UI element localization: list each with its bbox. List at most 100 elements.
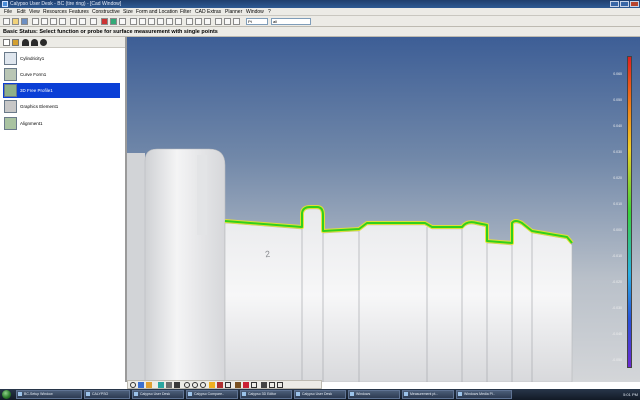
menu-edit[interactable]: Edit	[17, 8, 26, 16]
scale-label: 0.040	[613, 124, 622, 128]
taskbar-item[interactable]: Windows	[348, 390, 400, 399]
close-button[interactable]	[630, 1, 639, 7]
menu-extras[interactable]: Extras	[207, 8, 221, 16]
cylinder-icon	[4, 52, 17, 65]
zoom-in-icon[interactable]	[184, 382, 190, 388]
camera-icon[interactable]	[166, 382, 172, 388]
point-type-dropdown[interactable]: Pt	[246, 18, 268, 25]
main-toolbar: Pt all	[0, 16, 640, 27]
feature-icon[interactable]	[130, 18, 137, 25]
feature-label: Curve Form1	[20, 72, 47, 77]
circle-icon[interactable]	[148, 18, 155, 25]
shading-icon[interactable]	[243, 382, 249, 388]
lock-icon[interactable]	[261, 382, 267, 388]
select-icon[interactable]	[225, 382, 231, 388]
scale-label: 0.060	[613, 72, 622, 76]
wireframe-icon[interactable]	[251, 382, 257, 388]
menu-size[interactable]: Size	[123, 8, 133, 16]
cone-icon[interactable]	[166, 18, 173, 25]
report-icon[interactable]	[195, 18, 202, 25]
probe-tool-2-icon[interactable]	[31, 39, 38, 46]
settings-icon[interactable]	[215, 18, 222, 25]
undo-icon[interactable]	[70, 18, 77, 25]
menu-planner[interactable]: Planner	[225, 8, 242, 16]
taskbar-item[interactable]: Measurement pt...	[402, 390, 454, 399]
cad-viewport[interactable]: 2 0.060 0.050 0.040 0.030 0.020 0.010 0.…	[127, 37, 640, 382]
paste-icon[interactable]	[59, 18, 66, 25]
menu-help[interactable]: ?	[268, 8, 271, 16]
feature-item-cylindricity[interactable]: Cylindricity1	[3, 51, 120, 66]
taskbar-item[interactable]: Calypso Compare..	[186, 390, 238, 399]
deviation-color-scale	[627, 56, 632, 368]
rotate-icon[interactable]	[217, 382, 223, 388]
list-view-icon[interactable]	[3, 39, 10, 46]
taskbar-item[interactable]: Calypso User Desk	[294, 390, 346, 399]
scale-label: 0.020	[613, 176, 622, 180]
system-clock[interactable]: 5:01 PM	[598, 390, 638, 399]
feature-label: Alignment1	[20, 121, 43, 126]
new-file-icon[interactable]	[3, 18, 10, 25]
feature-label: 3D Free Profile1	[20, 88, 53, 93]
zoom-out-icon[interactable]	[192, 382, 198, 388]
app-icon	[2, 1, 8, 7]
cut-icon[interactable]	[41, 18, 48, 25]
feature-item-3d-free-profile[interactable]: 3D Free Profile1	[3, 83, 120, 98]
probe-icon[interactable]	[119, 18, 126, 25]
maximize-button[interactable]	[620, 1, 629, 7]
save-icon[interactable]	[21, 18, 28, 25]
menu-file[interactable]: File	[4, 8, 12, 16]
title-bar: Calypso User Desk - BC (tire ring) - [Ca…	[0, 0, 640, 8]
menu-filter[interactable]: Filter	[180, 8, 191, 16]
cylinder-tool-icon[interactable]	[157, 18, 164, 25]
section-icon[interactable]	[235, 382, 241, 388]
menu-constructive[interactable]: Constructive	[92, 8, 120, 16]
view-iso-icon[interactable]	[146, 382, 152, 388]
feature-item-graphics-element[interactable]: Graphics Element1	[3, 99, 120, 114]
table-icon[interactable]	[186, 18, 193, 25]
binoculars-icon[interactable]	[90, 18, 97, 25]
help-icon[interactable]	[224, 18, 231, 25]
sphere-icon[interactable]	[175, 18, 182, 25]
edit-icon[interactable]	[12, 39, 19, 46]
run-icon[interactable]	[110, 18, 117, 25]
taskbar-item[interactable]: Windows Media Pl..	[456, 390, 512, 399]
part-body	[224, 208, 573, 382]
menu-window[interactable]: Window	[246, 8, 264, 16]
stop-icon[interactable]	[101, 18, 108, 25]
measure-icon[interactable]	[277, 382, 283, 388]
grid-icon[interactable]	[269, 382, 275, 388]
menu-view[interactable]: View	[29, 8, 40, 16]
menu-cad[interactable]: CAD	[195, 8, 206, 16]
feature-item-alignment[interactable]: Alignment1	[3, 116, 120, 131]
taskbar-item[interactable]: Calypso 3D Editor	[240, 390, 292, 399]
scale-label: 0.010	[613, 202, 622, 206]
feature-list-toolbar	[0, 37, 125, 48]
scale-label: 0.030	[613, 150, 622, 154]
print-icon[interactable]	[32, 18, 39, 25]
taskbar-item[interactable]: Calypso User Desk	[132, 390, 184, 399]
sensor-icon[interactable]	[40, 39, 47, 46]
plane-icon[interactable]	[139, 18, 146, 25]
info-icon[interactable]	[233, 18, 240, 25]
feature-item-curve-form[interactable]: Curve Form1	[3, 67, 120, 82]
view-front-icon[interactable]	[138, 382, 144, 388]
start-button[interactable]	[2, 390, 11, 399]
taskbar-item[interactable]: CALYPSO	[84, 390, 130, 399]
menu-resources[interactable]: Resources	[43, 8, 67, 16]
menu-form-and-location[interactable]: Form and Location	[136, 8, 178, 16]
engraved-text-area	[197, 155, 207, 235]
axis-icon[interactable]	[158, 382, 164, 388]
redo-icon[interactable]	[79, 18, 86, 25]
probe-tool-icon[interactable]	[22, 39, 29, 46]
record-icon[interactable]	[130, 382, 136, 388]
zoom-fit-icon[interactable]	[200, 382, 206, 388]
plot-icon[interactable]	[204, 18, 211, 25]
taskbar-item[interactable]: BC-Setup Window	[16, 390, 82, 399]
menu-features[interactable]: Features	[69, 8, 89, 16]
minimize-button[interactable]	[610, 1, 619, 7]
layers-icon[interactable]	[174, 382, 180, 388]
copy-icon[interactable]	[50, 18, 57, 25]
open-folder-icon[interactable]	[12, 18, 19, 25]
filter-dropdown[interactable]: all	[271, 18, 311, 25]
pan-icon[interactable]	[209, 382, 215, 388]
